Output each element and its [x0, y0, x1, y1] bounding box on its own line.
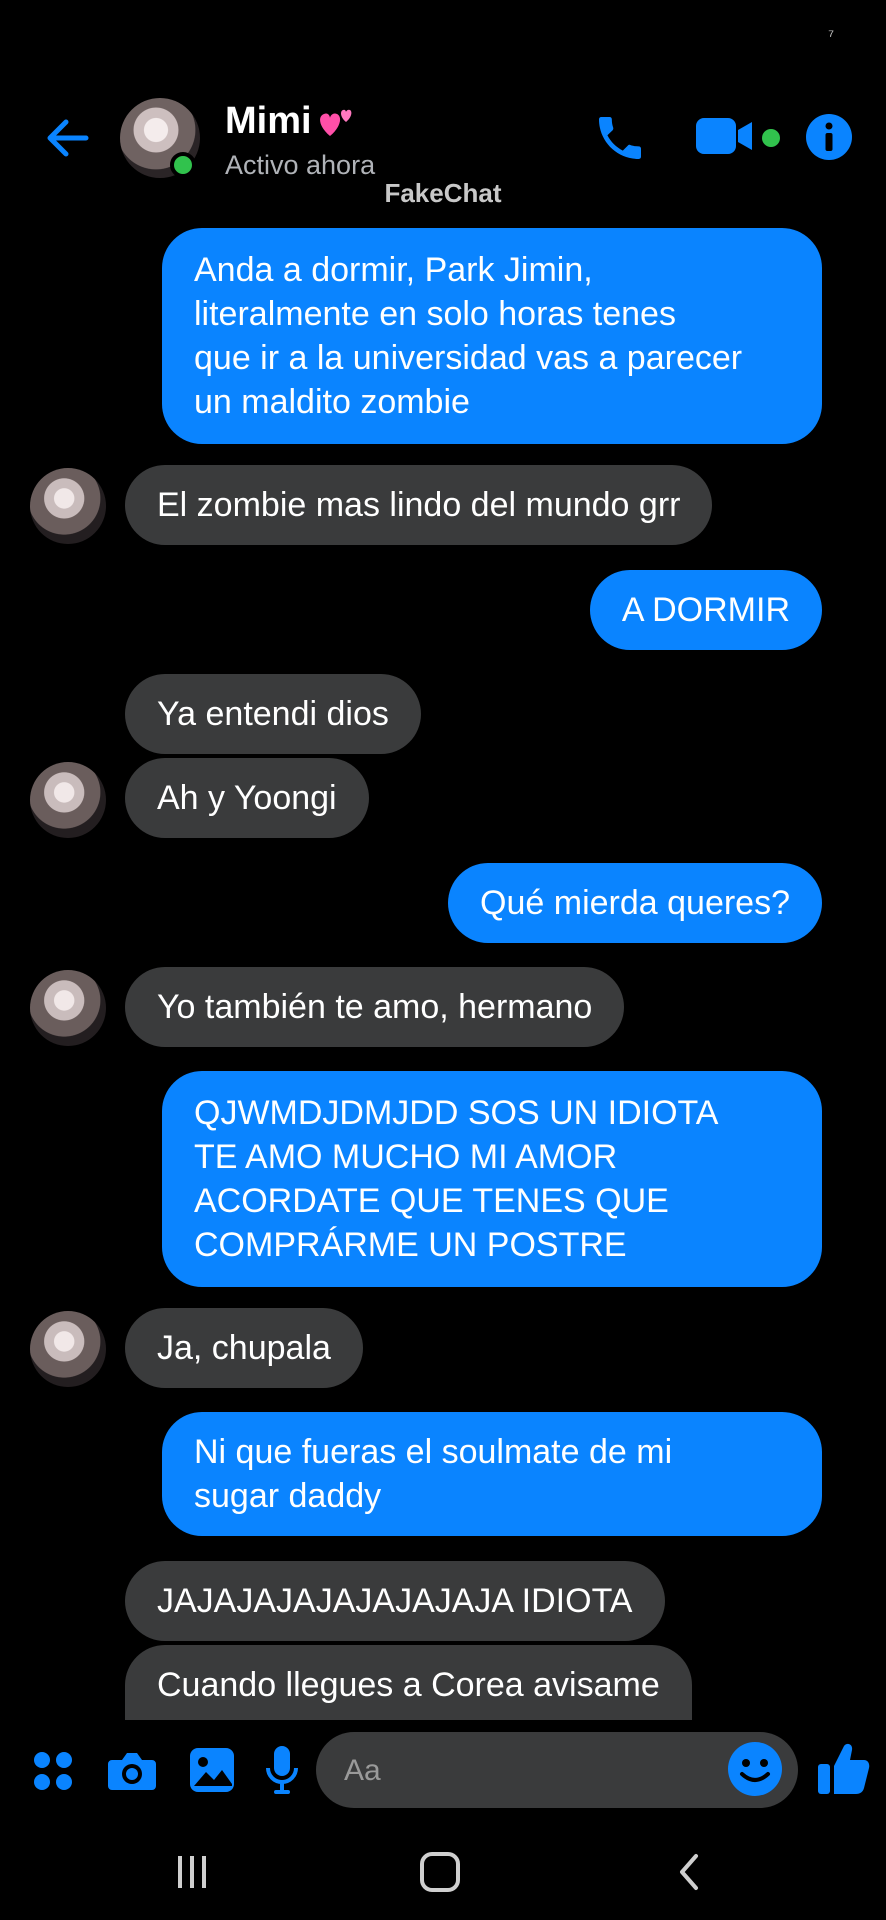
info-icon[interactable] [804, 112, 854, 167]
home-icon[interactable] [410, 1844, 470, 1900]
recents-icon[interactable] [162, 1844, 222, 1900]
camera-icon[interactable] [106, 1748, 158, 1799]
message-line: sugar daddy [194, 1477, 382, 1515]
video-online-dot [762, 129, 780, 147]
message-line: un maldito zombie [194, 383, 470, 421]
message-line: literalmente en solo horas tenes [194, 295, 676, 333]
message-bubble-incoming[interactable]: Ja, chupala [125, 1308, 363, 1388]
message-line: Anda a dormir, Park Jimin, [194, 251, 593, 289]
message-line: Ah y Yoongi [157, 779, 337, 817]
message-bubble-outgoing[interactable]: Ni que fueras el soulmate de mi sugar da… [162, 1412, 822, 1536]
message-bubble-incoming[interactable]: Yo también te amo, hermano [125, 967, 625, 1047]
message-line: Cuando llegues a Corea avisame [157, 1666, 660, 1704]
chat-header: Mimi Activo ahora FakeChat [0, 70, 886, 220]
hearts-emoji-icon [316, 100, 356, 143]
message-bubble-outgoing[interactable]: Anda a dormir, Park Jimin, literalmente … [162, 228, 822, 444]
message-line: Qué mierda queres? [480, 884, 790, 922]
message-line: Yo también te amo, hermano [157, 988, 593, 1026]
message-bubble-incoming[interactable]: El zombie mas lindo del mundo grr [125, 465, 713, 545]
message-bubble-incoming[interactable]: Ya entendi dios [125, 674, 421, 754]
message-line: QJWMDJDMJDD SOS UN IDIOTA [194, 1094, 719, 1132]
online-indicator [170, 152, 196, 178]
message-bubble-outgoing[interactable]: QJWMDJDMJDD SOS UN IDIOTA TE AMO MUCHO M… [162, 1071, 822, 1287]
message-bubble-incoming[interactable]: Ah y Yoongi [125, 758, 369, 838]
watermark-text: FakeChat [384, 178, 502, 208]
video-camera-icon[interactable] [694, 114, 758, 163]
message-line: JAJAJAJAJAJAJAJAJA IDIOTA [157, 1582, 633, 1620]
message-line: TE AMO MUCHO MI AMOR [194, 1138, 618, 1176]
sender-avatar[interactable] [30, 970, 106, 1046]
message-line: A DORMIR [621, 591, 790, 629]
signal-indicator: ⁷ [828, 28, 834, 45]
thumbs-up-icon[interactable] [816, 1740, 870, 1801]
message-input-container[interactable] [316, 1732, 798, 1810]
microphone-icon[interactable] [264, 1744, 300, 1801]
phone-icon[interactable] [592, 110, 648, 171]
message-line: COMPRÁRME UN POSTRE [194, 1226, 627, 1264]
message-bubble-incoming[interactable]: JAJAJAJAJAJAJAJAJA IDIOTA [125, 1561, 665, 1641]
sender-avatar[interactable] [30, 1311, 106, 1387]
back-arrow-icon[interactable] [40, 110, 96, 166]
message-line: El zombie mas lindo del mundo grr [157, 486, 681, 524]
sender-avatar[interactable] [30, 762, 106, 838]
contact-status: Activo ahora [225, 150, 376, 180]
watermark-label: FakeChat [0, 178, 886, 209]
message-line: Ni que fueras el soulmate de mi [194, 1433, 673, 1471]
message-input[interactable] [342, 1732, 726, 1810]
message-bubble-outgoing[interactable]: A DORMIR [589, 570, 822, 650]
system-navigation-bar [0, 1820, 886, 1920]
message-line: que ir a la universidad vas a parecer [194, 339, 743, 377]
message-bubble-outgoing[interactable]: Qué mierda queres? [448, 863, 822, 943]
contact-name[interactable]: Mimi [225, 100, 356, 143]
contact-name-text: Mimi [225, 100, 312, 142]
message-line: Ya entendi dios [157, 695, 389, 733]
apps-grid-icon[interactable] [32, 1750, 74, 1797]
status-bar: ⁷ [0, 0, 886, 70]
message-bubble-incoming[interactable]: Cuando llegues a Corea avisame [125, 1645, 692, 1720]
message-composer [0, 1720, 886, 1820]
sender-avatar[interactable] [30, 468, 106, 544]
emoji-icon[interactable] [726, 1740, 784, 1798]
back-icon[interactable] [660, 1844, 720, 1900]
gallery-icon[interactable] [188, 1746, 236, 1799]
message-line: ACORDATE QUE TENES QUE [194, 1182, 669, 1220]
message-line: Ja, chupala [157, 1329, 331, 1367]
